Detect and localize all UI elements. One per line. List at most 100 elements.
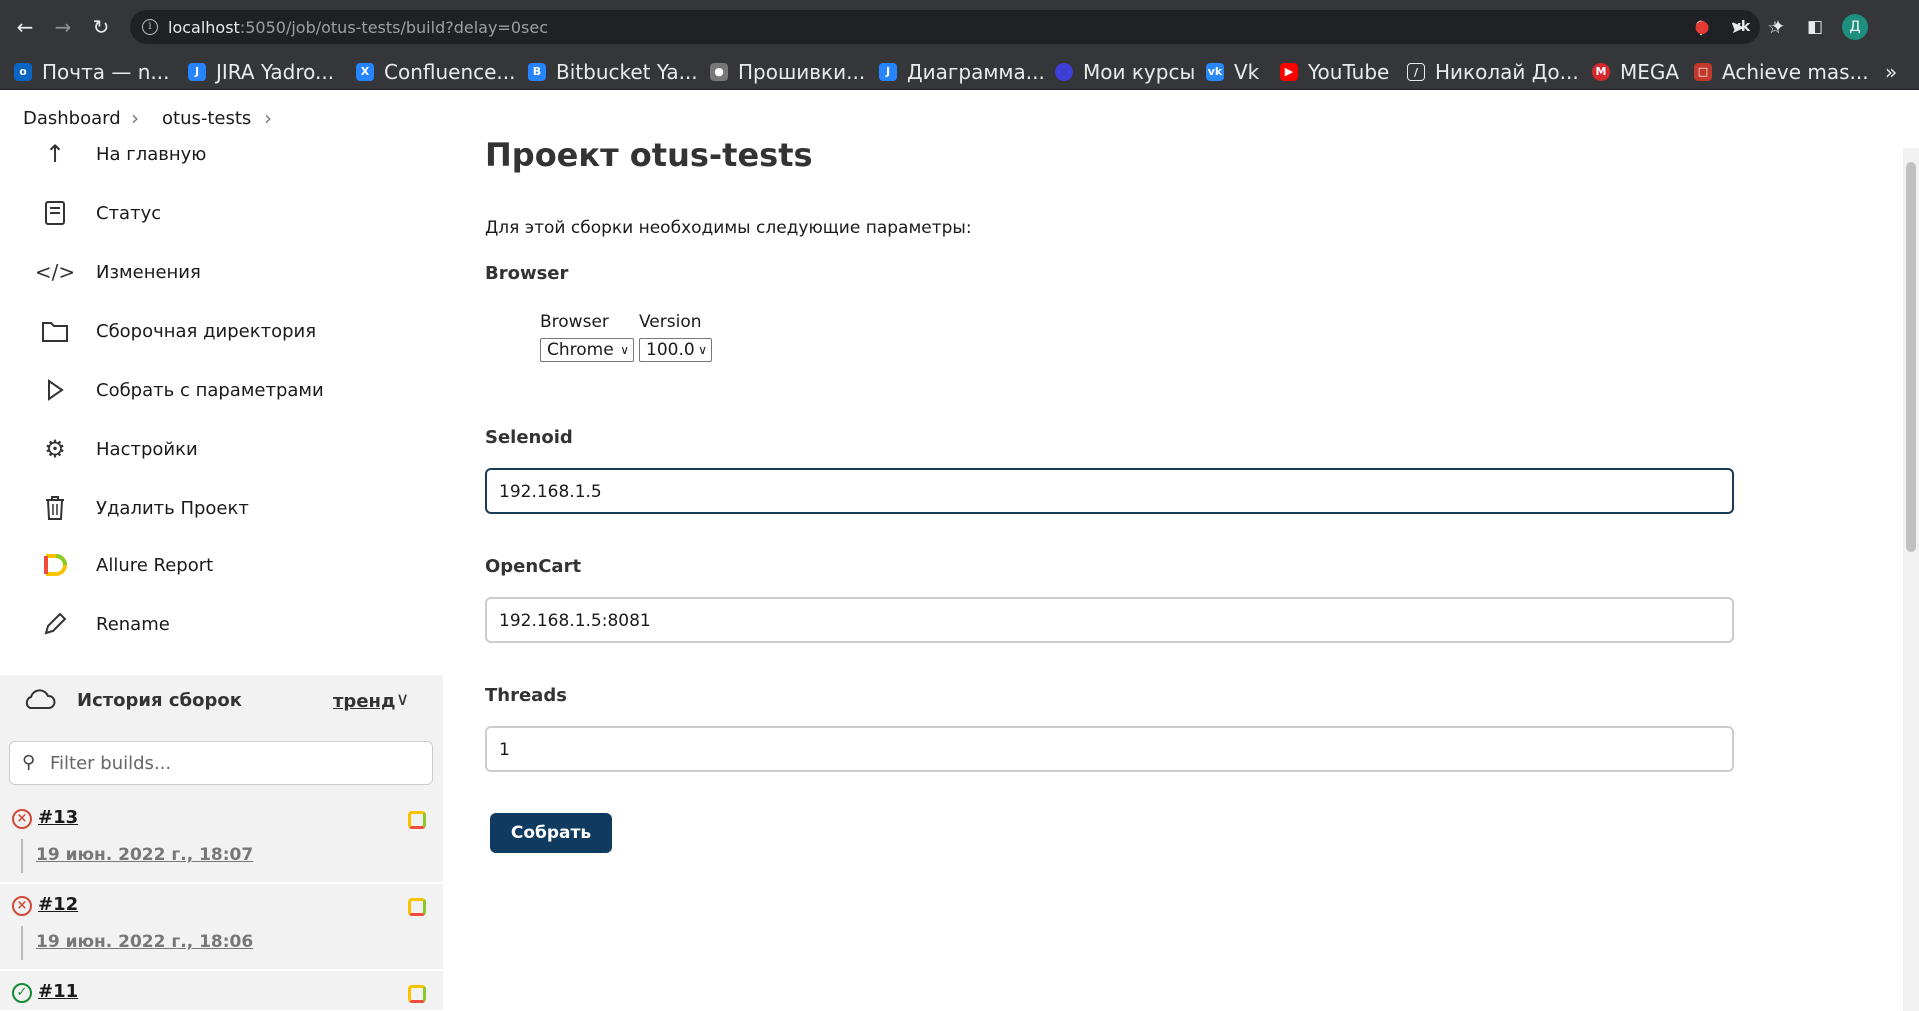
filter-builds-container: ⚲ bbox=[0, 729, 443, 797]
allure-icon[interactable] bbox=[408, 898, 426, 916]
back-arrow-icon[interactable]: ← bbox=[10, 12, 40, 42]
bookmark-item[interactable]: J JIRA Yadro... bbox=[188, 60, 334, 84]
sidebar-item-rename[interactable]: Rename bbox=[40, 604, 170, 644]
success-status-icon: ✓ bbox=[12, 983, 32, 1003]
selenoid-field[interactable] bbox=[485, 468, 1734, 514]
vk-icon: vk bbox=[1206, 63, 1224, 81]
chevron-down-icon: ∨ bbox=[698, 343, 707, 357]
puzzle-icon[interactable]: ✦ bbox=[1765, 14, 1791, 40]
bookmark-item[interactable]: X Confluence... bbox=[356, 60, 516, 84]
selenoid-label: Selenoid bbox=[485, 427, 573, 448]
opencart-label: OpenCart bbox=[485, 556, 582, 577]
browser-select[interactable]: Chrome ∨ bbox=[540, 338, 634, 362]
build-number-link[interactable]: #13 bbox=[38, 807, 78, 828]
page-scrollbar[interactable] bbox=[1903, 148, 1919, 1011]
filter-builds-field[interactable]: ⚲ bbox=[9, 741, 433, 785]
build-number-link[interactable]: #12 bbox=[38, 894, 78, 915]
address-bar[interactable]: i localhost:5050/job/otus-tests/build?de… bbox=[130, 10, 1783, 44]
sidebar-item-home[interactable]: ↑ На главную bbox=[40, 134, 207, 174]
bitbucket-icon: B bbox=[528, 63, 546, 81]
cloud-icon bbox=[22, 687, 56, 717]
forward-arrow-icon[interactable]: → bbox=[48, 12, 78, 42]
build-date-link[interactable]: 19 июн. 2022 г., 18:06 bbox=[36, 932, 253, 952]
chevron-right-icon[interactable]: › bbox=[131, 106, 139, 130]
mega-icon: M bbox=[1592, 63, 1610, 81]
globe-icon: ● bbox=[710, 63, 728, 81]
bookmark-item[interactable]: Мои курсы bbox=[1055, 60, 1195, 84]
bookmark-item[interactable]: ● Прошивки... bbox=[710, 60, 865, 84]
sidebar-item-build-with-parameters[interactable]: Собрать с параметрами bbox=[40, 370, 324, 410]
chevron-down-icon[interactable]: ∨ bbox=[396, 689, 409, 710]
allure-icon[interactable] bbox=[408, 985, 426, 1003]
trash-icon bbox=[40, 493, 70, 523]
bookmark-item[interactable]: M MEGA bbox=[1592, 60, 1679, 84]
pencil-icon bbox=[40, 609, 70, 639]
version-column-header: Version bbox=[639, 312, 702, 332]
sidebar-item-workspace[interactable]: Сборочная директория bbox=[40, 311, 316, 351]
breadcrumb-dashboard[interactable]: Dashboard bbox=[23, 108, 121, 129]
site-info-icon[interactable]: i bbox=[142, 19, 158, 35]
play-icon bbox=[40, 375, 70, 405]
bookmark-item[interactable]: / Николай До... bbox=[1407, 60, 1579, 84]
timeline-line bbox=[21, 839, 23, 873]
breadcrumb-job[interactable]: otus-tests bbox=[162, 108, 251, 129]
threads-input[interactable] bbox=[499, 738, 1699, 762]
sidebar-item-delete-project[interactable]: Удалить Проект bbox=[40, 488, 249, 528]
scrollbar-thumb[interactable] bbox=[1906, 162, 1916, 552]
vk-extension-icon[interactable]: vk bbox=[1728, 14, 1754, 40]
side-panel-icon[interactable]: ◧ bbox=[1802, 14, 1828, 40]
arrow-up-icon: ↑ bbox=[44, 140, 66, 168]
sidebar-item-status[interactable]: Статус bbox=[40, 193, 161, 233]
chevron-down-icon: ∨ bbox=[620, 343, 629, 357]
bookmark-item[interactable]: □ Achieve mas... bbox=[1694, 60, 1869, 84]
parameters-description: Для этой сборки необходимы следующие пар… bbox=[485, 218, 972, 238]
opencart-input[interactable] bbox=[499, 609, 1699, 633]
code-icon: </> bbox=[34, 260, 76, 284]
browser-toolbar: ← → ↻ i localhost:5050/job/otus-tests/bu… bbox=[0, 0, 1919, 54]
confluence-icon: X bbox=[356, 63, 374, 81]
build-date-link[interactable]: 19 июн. 2022 г., 18:07 bbox=[36, 845, 253, 865]
url-text: localhost:5050/job/otus-tests/build?dela… bbox=[168, 18, 548, 37]
trend-link[interactable]: тренд bbox=[333, 691, 396, 712]
chevron-right-icon[interactable]: › bbox=[264, 106, 272, 130]
allure-icon bbox=[40, 550, 70, 580]
link-icon: / bbox=[1407, 63, 1425, 81]
build-button[interactable]: Собрать bbox=[490, 813, 612, 853]
profile-avatar[interactable]: Д bbox=[1842, 14, 1868, 40]
build-row: ✓ #11 bbox=[0, 971, 443, 1011]
failed-status-icon: × bbox=[12, 896, 32, 916]
jira-icon: J bbox=[188, 63, 206, 81]
gear-icon: ⚙ bbox=[44, 435, 66, 463]
youtube-icon: ▶ bbox=[1280, 63, 1298, 81]
allure-icon[interactable] bbox=[408, 811, 426, 829]
build-row: × #12 19 июн. 2022 г., 18:06 bbox=[0, 884, 443, 970]
extension-icon[interactable]: ● bbox=[1689, 14, 1715, 40]
threads-label: Threads bbox=[485, 685, 567, 706]
build-history-header: История сборок тренд ∨ bbox=[0, 675, 443, 729]
bookmarks-overflow-icon[interactable]: » bbox=[1885, 60, 1897, 84]
bookmark-item[interactable]: J Диаграмма... bbox=[879, 60, 1045, 84]
book-icon: □ bbox=[1694, 63, 1712, 81]
bookmark-item[interactable]: o Почта — n... bbox=[14, 60, 169, 84]
build-history-title: История сборок bbox=[77, 690, 242, 711]
build-number-link[interactable]: #11 bbox=[38, 981, 78, 1002]
selenoid-input[interactable] bbox=[499, 480, 1699, 504]
sidebar-item-changes[interactable]: </> Изменения bbox=[34, 252, 201, 292]
sidebar-item-settings[interactable]: ⚙ Настройки bbox=[40, 429, 197, 469]
browser-param-label: Browser bbox=[485, 263, 569, 284]
opencart-field[interactable] bbox=[485, 597, 1734, 643]
bookmark-item[interactable]: B Bitbucket Ya... bbox=[528, 60, 698, 84]
courses-icon bbox=[1055, 63, 1073, 81]
bookmark-item[interactable]: vk Vk bbox=[1206, 60, 1259, 84]
filter-builds-input[interactable] bbox=[50, 750, 420, 776]
reload-icon[interactable]: ↻ bbox=[86, 12, 116, 42]
sidebar-item-allure-report[interactable]: Allure Report bbox=[40, 545, 213, 585]
version-select[interactable]: 100.0 ∨ bbox=[639, 338, 712, 362]
browser-column-header: Browser bbox=[540, 312, 609, 332]
failed-status-icon: × bbox=[12, 809, 32, 829]
jira-icon: J bbox=[879, 63, 897, 81]
bookmark-item[interactable]: ▶ YouTube bbox=[1280, 60, 1389, 84]
bookmarks-bar: o Почта — n... J JIRA Yadro... X Confluence… bbox=[0, 54, 1919, 90]
threads-field[interactable] bbox=[485, 726, 1734, 772]
sidebar: ↑ На главную Статус </> Изменения Сборочна… bbox=[0, 140, 443, 1011]
